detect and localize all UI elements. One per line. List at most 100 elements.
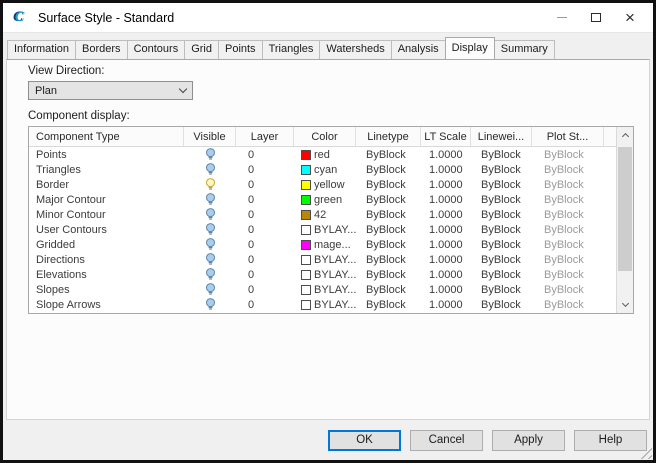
tab-information[interactable]: Information [7, 40, 77, 59]
visibility-toggle[interactable] [184, 253, 236, 266]
visibility-toggle[interactable] [184, 163, 236, 176]
table-row[interactable]: Major Contour 0 green ByBlock 1.0000 ByBlock B… [29, 192, 616, 207]
vertical-scrollbar[interactable] [616, 127, 633, 313]
layer-cell[interactable]: 0 [236, 164, 294, 176]
ok-button[interactable]: OK [328, 429, 401, 451]
layer-cell[interactable]: 0 [236, 299, 294, 311]
table-row[interactable]: Slopes 0 BYLAY... ByBlock 1.0000 ByBlock ByBlo… [29, 282, 616, 297]
color-cell[interactable]: BYLAY... [294, 284, 356, 296]
visibility-toggle[interactable] [184, 148, 236, 161]
tab-points[interactable]: Points [217, 40, 263, 59]
layer-cell[interactable]: 0 [236, 269, 294, 281]
table-row[interactable]: User Contours 0 BYLAY... ByBlock 1.0000 ByBlo… [29, 222, 616, 237]
layer-cell[interactable]: 0 [236, 179, 294, 191]
lt-scale-cell[interactable]: 1.0000 [421, 164, 471, 176]
visibility-toggle[interactable] [184, 268, 236, 281]
layer-cell[interactable]: 0 [236, 194, 294, 206]
color-cell[interactable]: BYLAY... [294, 269, 356, 281]
layer-cell[interactable]: 0 [236, 224, 294, 236]
lt-scale-cell[interactable]: 1.0000 [421, 299, 471, 311]
lt-scale-cell[interactable]: 1.0000 [421, 194, 471, 206]
visibility-toggle[interactable] [184, 208, 236, 221]
color-cell[interactable]: 42 [294, 209, 356, 221]
table-row[interactable]: Points 0 red ByBlock 1.0000 ByBlock ByBlock [29, 147, 616, 162]
table-row[interactable]: Minor Contour 0 42 ByBlock 1.0000 ByBlock ByBl… [29, 207, 616, 222]
visibility-toggle[interactable] [184, 193, 236, 206]
cancel-button[interactable]: Cancel [410, 429, 483, 451]
lt-scale-cell[interactable]: 1.0000 [421, 149, 471, 161]
lineweight-cell[interactable]: ByBlock [471, 224, 532, 236]
layer-cell[interactable]: 0 [236, 149, 294, 161]
linetype-cell[interactable]: ByBlock [356, 254, 421, 266]
color-cell[interactable]: BYLAY... [294, 254, 356, 266]
lt-scale-cell[interactable]: 1.0000 [421, 284, 471, 296]
linetype-cell[interactable]: ByBlock [356, 269, 421, 281]
visibility-toggle[interactable] [184, 298, 236, 311]
plot-style-cell: ByBlock [544, 178, 584, 191]
color-cell[interactable]: BYLAY... [294, 299, 356, 311]
close-button[interactable]: × [613, 5, 647, 31]
view-direction-select[interactable]: Plan [28, 81, 193, 100]
visibility-toggle[interactable] [184, 283, 236, 296]
tab-triangles[interactable]: Triangles [261, 40, 321, 59]
table-row[interactable]: Border 0 yellow ByBlock 1.0000 ByBlock ByBlock [29, 177, 616, 192]
help-button[interactable]: Help [574, 429, 647, 451]
lt-scale-cell[interactable]: 1.0000 [421, 239, 471, 251]
table-row[interactable]: Directions 0 BYLAY... ByBlock 1.0000 ByBlock B… [29, 252, 616, 267]
lineweight-cell[interactable]: ByBlock [471, 239, 532, 251]
lineweight-cell[interactable]: ByBlock [471, 164, 532, 176]
lt-scale-cell[interactable]: 1.0000 [421, 224, 471, 236]
lt-scale-cell[interactable]: 1.0000 [421, 254, 471, 266]
scroll-down-button[interactable] [617, 296, 633, 313]
lineweight-cell[interactable]: ByBlock [471, 179, 532, 191]
lineweight-cell[interactable]: ByBlock [471, 284, 532, 296]
lineweight-cell[interactable]: ByBlock [471, 194, 532, 206]
color-cell[interactable]: yellow [294, 179, 356, 191]
visibility-toggle[interactable] [184, 178, 236, 191]
lineweight-cell[interactable]: ByBlock [471, 254, 532, 266]
layer-cell[interactable]: 0 [236, 254, 294, 266]
lt-scale-cell[interactable]: 1.0000 [421, 269, 471, 281]
tab-summary[interactable]: Summary [493, 40, 555, 59]
color-cell[interactable]: BYLAY... [294, 224, 356, 236]
tab-borders[interactable]: Borders [75, 40, 128, 59]
linetype-cell[interactable]: ByBlock [356, 299, 421, 311]
tab-display[interactable]: Display [444, 37, 495, 59]
table-row[interactable]: Gridded 0 mage... ByBlock 1.0000 ByBlock ByBlo… [29, 237, 616, 252]
table-row[interactable]: Triangles 0 cyan ByBlock 1.0000 ByBlock ByBloc… [29, 162, 616, 177]
color-cell[interactable]: green [294, 194, 356, 206]
linetype-cell[interactable]: ByBlock [356, 179, 421, 191]
table-row[interactable]: Elevations 0 BYLAY... ByBlock 1.0000 ByBlock B… [29, 267, 616, 282]
tab-grid[interactable]: Grid [184, 40, 219, 59]
layer-cell[interactable]: 0 [236, 284, 294, 296]
color-cell[interactable]: mage... [294, 239, 356, 251]
maximize-button[interactable] [579, 5, 613, 31]
lineweight-cell[interactable]: ByBlock [471, 299, 532, 311]
layer-cell[interactable]: 0 [236, 239, 294, 251]
lt-scale-cell[interactable]: 1.0000 [421, 179, 471, 191]
linetype-cell[interactable]: ByBlock [356, 284, 421, 296]
linetype-cell[interactable]: ByBlock [356, 149, 421, 161]
tab-analysis[interactable]: Analysis [390, 40, 446, 59]
linetype-cell[interactable]: ByBlock [356, 209, 421, 221]
lineweight-cell[interactable]: ByBlock [471, 149, 532, 161]
visibility-toggle[interactable] [184, 238, 236, 251]
linetype-cell[interactable]: ByBlock [356, 239, 421, 251]
linetype-cell[interactable]: ByBlock [356, 224, 421, 236]
tab-watersheds[interactable]: Watersheds [319, 40, 392, 59]
scroll-up-button[interactable] [617, 127, 633, 144]
scrollbar-thumb[interactable] [618, 147, 632, 271]
lineweight-cell[interactable]: ByBlock [471, 269, 532, 281]
color-cell[interactable]: cyan [294, 164, 356, 176]
table-row[interactable]: Slope Arrows 0 BYLAY... ByBlock 1.0000 ByBloc… [29, 297, 616, 312]
layer-cell[interactable]: 0 [236, 209, 294, 221]
apply-button[interactable]: Apply [492, 429, 565, 451]
lineweight-cell[interactable]: ByBlock [471, 209, 532, 221]
tab-contours[interactable]: Contours [126, 40, 186, 59]
linetype-cell[interactable]: ByBlock [356, 194, 421, 206]
linetype-cell[interactable]: ByBlock [356, 164, 421, 176]
lt-scale-cell[interactable]: 1.0000 [421, 209, 471, 221]
color-name: 42 [314, 208, 327, 221]
visibility-toggle[interactable] [184, 223, 236, 236]
color-cell[interactable]: red [294, 149, 356, 161]
